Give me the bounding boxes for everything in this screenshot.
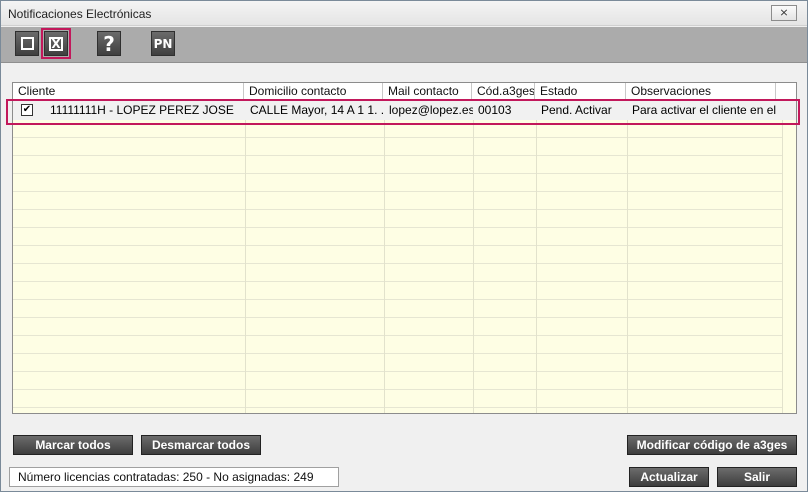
column-header-codigo[interactable]: Cód.a3ges [472,83,535,100]
column-divider [536,100,537,413]
cell-cliente: 11111111H - LOPEZ PEREZ JOSE [50,103,234,117]
unchecked-box-icon [20,37,34,50]
column-header-cliente[interactable]: Cliente [13,83,244,100]
check-all-toolbar-button[interactable]: X [41,28,71,59]
marcar-todos-button[interactable]: Marcar todos [13,435,133,455]
toolbar: X ? PN [1,27,807,63]
notificaciones-window: Notificaciones Electrónicas ⨯ X ? PN Cli… [0,0,808,492]
desmarcar-todos-button[interactable]: Desmarcar todos [141,435,261,455]
uncheck-all-toolbar-button[interactable] [15,31,39,56]
cell-mail: lopez@lopez.es [389,103,473,117]
pn-button[interactable]: PN [151,31,175,56]
table-header: Cliente Domicilio contacto Mail contacto… [13,83,796,100]
close-button[interactable]: ⨯ [771,5,797,21]
cell-observaciones: Para activar el cliente en el... [632,103,777,117]
clients-table: Cliente Domicilio contacto Mail contacto… [12,82,797,414]
cell-estado: Pend. Activar [541,103,612,117]
table-right-edge [782,100,796,413]
column-divider [627,100,628,413]
row-checkbox[interactable]: ✔ [21,104,33,116]
column-header-observaciones[interactable]: Observaciones [626,83,776,100]
cell-codigo: 00103 [478,103,512,117]
table-row[interactable]: ✔ 11111111H - LOPEZ PEREZ JOSE CALLE May… [13,100,796,120]
title-bar: Notificaciones Electrónicas ⨯ [1,1,807,26]
pn-icon: PN [153,36,173,51]
column-divider [245,100,246,413]
salir-button[interactable]: Salir [717,467,797,487]
column-header-mail[interactable]: Mail contacto [383,83,472,100]
license-status: Número licencias contratadas: 250 - No a… [9,467,339,487]
column-divider [384,100,385,413]
cell-domicilio: CALLE Mayor, 14 A 1 1. ... [250,103,384,117]
actualizar-button[interactable]: Actualizar [629,467,709,487]
column-header-domicilio[interactable]: Domicilio contacto [244,83,383,100]
help-button[interactable]: ? [97,31,121,56]
checked-x-box-icon: X [49,36,63,51]
column-divider [473,100,474,413]
window-title: Notificaciones Electrónicas [8,7,152,21]
column-header-estado[interactable]: Estado [535,83,626,100]
table-body [13,100,796,413]
help-icon: ? [103,31,115,56]
modificar-codigo-button[interactable]: Modificar código de a3ges [627,435,797,455]
